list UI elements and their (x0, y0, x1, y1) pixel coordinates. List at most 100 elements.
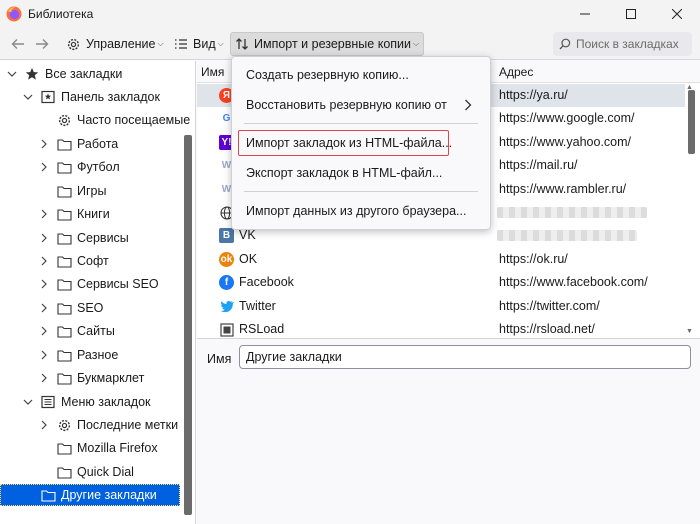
sidebar-item[interactable]: Другие закладки (0, 484, 180, 506)
gear-icon (56, 112, 72, 128)
folder-icon (56, 253, 72, 269)
sidebar-item-label: Quick Dial (77, 465, 134, 479)
name-field[interactable] (239, 345, 691, 369)
sidebar-item-label: Другие закладки (61, 488, 157, 502)
forward-button[interactable] (32, 34, 52, 54)
bookmark-url: https://ya.ru/ (499, 88, 568, 102)
sidebar-item[interactable]: Панель закладок (22, 86, 160, 108)
manage-menu-button[interactable]: Управление ⌵ (62, 32, 168, 56)
menu-item-export-html[interactable]: Экспорт закладок в HTML-файл... (232, 161, 490, 185)
sidebar-item[interactable]: Часто посещаемые (38, 109, 190, 131)
sidebar-item[interactable]: Все закладки (6, 63, 122, 85)
sidebar-item[interactable]: Сайты (38, 320, 115, 342)
column-header-address[interactable]: Адрес (499, 65, 533, 79)
sidebar-item-label: Софт (77, 254, 109, 268)
chevron-down-icon[interactable] (6, 68, 18, 80)
sidebar-item-label: SEO (77, 301, 104, 315)
sidebar-item[interactable]: Софт (38, 250, 109, 272)
chevron-right-icon[interactable] (38, 302, 50, 314)
sidebar-item-label: Сервисы (77, 231, 129, 245)
sidebar-item[interactable]: Разное (38, 344, 118, 366)
import-backup-menu-button[interactable]: Импорт и резервные копии ⌵ (230, 32, 425, 56)
sidebar-item-label: Панель закладок (61, 90, 160, 104)
highlight-box (238, 130, 449, 156)
search-input[interactable] (576, 37, 686, 51)
sidebar-item-label: Игры (77, 184, 107, 198)
sidebar-item[interactable]: Работа (38, 133, 118, 155)
firefox-logo-icon (6, 6, 22, 22)
menu-separator (244, 123, 478, 124)
arrow-right-icon (36, 39, 49, 49)
menu-item-label: Импорт данных из другого браузера... (246, 204, 467, 218)
table-row[interactable]: ok OK https://ok.ru/ (197, 248, 685, 271)
scroll-up-icon[interactable]: ▲ (686, 84, 693, 91)
sidebar-item[interactable]: Mozilla Firefox (38, 437, 158, 459)
bookmark-url: https://www.facebook.com/ (499, 275, 648, 290)
sidebar-item-label: Сервисы SEO (77, 277, 159, 291)
table-row[interactable]: Twitter https://twitter.com/ (197, 295, 685, 318)
chevron-right-icon[interactable] (38, 372, 50, 384)
bookmark-url: https://www.rambler.ru/ (499, 181, 627, 196)
maximize-button[interactable] (608, 0, 654, 28)
menu-item-import-other-browser[interactable]: Импорт данных из другого браузера... (232, 199, 490, 223)
sidebar-item-label: Последние метки (77, 418, 179, 432)
column-header-name[interactable]: Имя (201, 65, 224, 79)
sidebar-item[interactable]: Меню закладок (22, 391, 151, 413)
chevron-right-icon[interactable] (38, 161, 50, 173)
sidebar-item[interactable]: Quick Dial (38, 461, 134, 483)
sidebar-item[interactable]: Книги (38, 203, 110, 225)
menu-item-restore-backup[interactable]: Восстановить резервную копию от (232, 93, 490, 117)
folder-icon (56, 276, 72, 292)
sidebar-item[interactable]: Букмарклет (38, 367, 144, 389)
sidebar-item-label: Все закладки (45, 67, 123, 81)
folder-icon (56, 183, 72, 199)
chevron-down-icon[interactable] (22, 91, 34, 103)
sidebar-item[interactable]: Сервисы (38, 227, 129, 249)
table-row[interactable]: f Facebook https://www.facebook.com/ (197, 271, 685, 294)
search-icon (559, 38, 571, 50)
chevron-right-icon[interactable] (38, 325, 50, 337)
close-button[interactable] (654, 0, 700, 28)
bookmark-name: Facebook (239, 275, 294, 290)
sidebar-scrollbar[interactable] (184, 135, 192, 515)
star-icon (24, 66, 40, 82)
chevron-right-icon[interactable] (38, 232, 50, 244)
sidebar-item-label: Букмарклет (77, 371, 145, 385)
twitter-icon (219, 298, 234, 314)
chevron-right-icon[interactable] (38, 419, 50, 431)
sidebar-item[interactable]: Сервисы SEO (38, 273, 159, 295)
sidebar-item-label: Книги (77, 207, 110, 221)
facebook-icon: f (219, 275, 234, 291)
chevron-down-icon: ⌵ (217, 39, 224, 48)
search-box[interactable] (553, 32, 692, 56)
folder-icon (56, 464, 72, 480)
folder-icon (56, 136, 72, 152)
bookmark-name: OK (239, 251, 258, 266)
sidebar-item[interactable]: Последние метки (38, 414, 178, 436)
blurred-url (497, 207, 647, 218)
chevron-right-icon[interactable] (38, 138, 50, 150)
list-icon (175, 39, 187, 49)
minimize-button[interactable] (562, 0, 608, 28)
sidebar-item[interactable]: Футбол (38, 156, 120, 178)
bookmark-url: https://ok.ru/ (499, 251, 568, 266)
folder-icon (56, 323, 72, 339)
menu-item-create-backup[interactable]: Создать резервную копию... (232, 63, 490, 87)
scroll-down-icon[interactable]: ▼ (686, 328, 693, 335)
chevron-right-icon[interactable] (38, 278, 50, 290)
chevron-right-icon (465, 99, 472, 111)
sidebar-item-label: Меню закладок (61, 395, 151, 409)
back-button[interactable] (8, 34, 28, 54)
chevron-right-icon[interactable] (38, 255, 50, 267)
sidebar-item[interactable]: Игры (38, 180, 106, 202)
chevron-right-icon[interactable] (38, 349, 50, 361)
bookmark-name: RSLoad (239, 322, 285, 336)
view-menu-button[interactable]: Вид ⌵ (170, 32, 228, 56)
arrow-left-icon (11, 39, 24, 49)
chevron-right-icon[interactable] (38, 208, 50, 220)
sidebar-item[interactable]: SEO (38, 297, 103, 319)
chevron-down-icon[interactable] (22, 396, 34, 408)
list-scrollbar-thumb[interactable] (688, 90, 695, 154)
